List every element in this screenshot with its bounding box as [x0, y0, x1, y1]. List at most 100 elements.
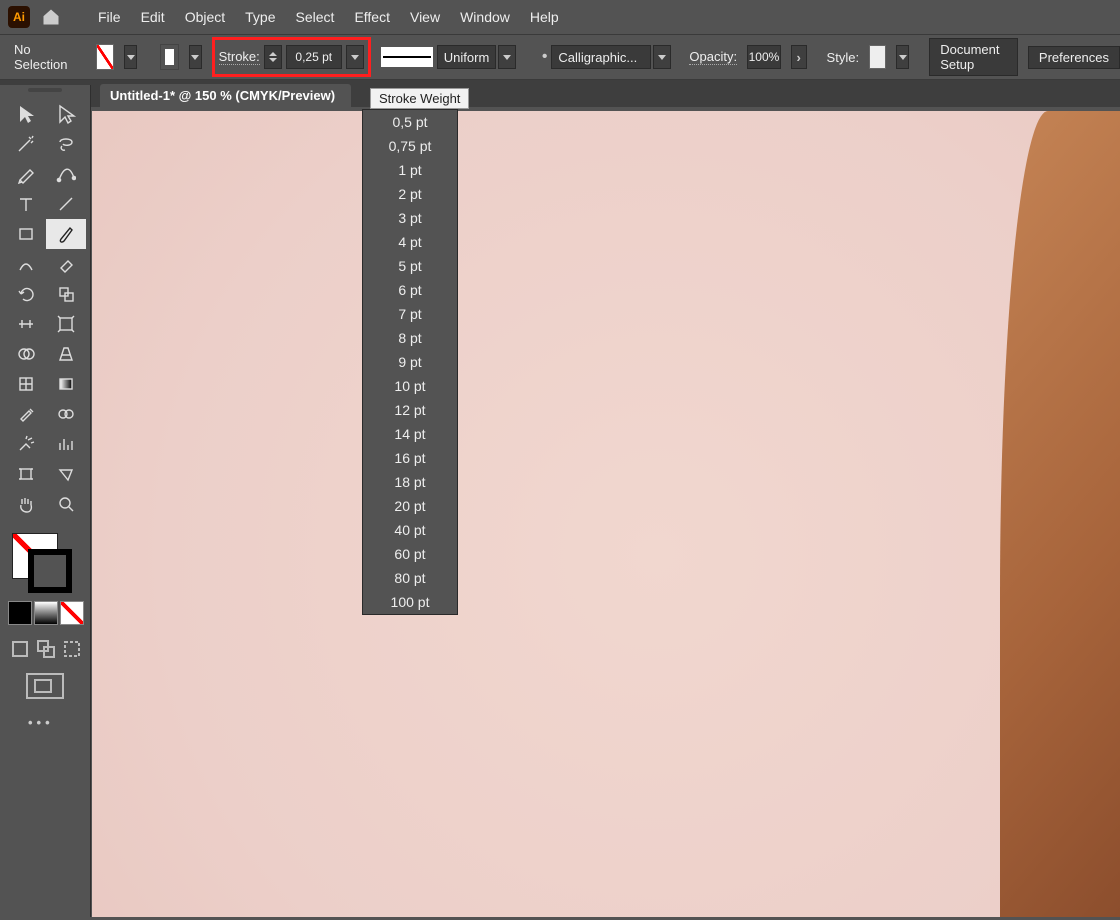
document-tab[interactable]: Untitled-1* @ 150 % (CMYK/Preview) [100, 84, 351, 107]
eyedropper-tool[interactable] [6, 399, 46, 429]
slice-tool[interactable] [46, 459, 86, 489]
fill-swatch[interactable] [96, 44, 115, 70]
preferences-button[interactable]: Preferences [1028, 46, 1120, 69]
symbol-sprayer-tool[interactable] [6, 429, 46, 459]
opacity-label[interactable]: Opacity: [689, 49, 737, 65]
free-transform-tool[interactable] [46, 309, 86, 339]
menu-type[interactable]: Type [235, 5, 285, 29]
screen-mode-icon[interactable] [26, 673, 64, 699]
hand-tool[interactable] [6, 489, 46, 519]
gradient-tool[interactable] [46, 369, 86, 399]
stroke-weight-option[interactable]: 9 pt [363, 350, 457, 374]
selection-state-label: No Selection [14, 42, 67, 72]
stroke-weight-option[interactable]: 18 pt [363, 470, 457, 494]
stroke-weight-option[interactable]: 10 pt [363, 374, 457, 398]
stroke-weight-option[interactable]: 100 pt [363, 590, 457, 614]
fill-swatch-dropdown[interactable] [124, 45, 137, 69]
stroke-profile-select[interactable]: Uniform [437, 45, 497, 69]
brush-dropdown[interactable] [653, 45, 671, 69]
stroke-weight-option[interactable]: 4 pt [363, 230, 457, 254]
color-mode-none[interactable] [60, 601, 84, 625]
stroke-profile-dropdown[interactable] [498, 45, 516, 69]
width-tool[interactable] [6, 309, 46, 339]
menu-edit[interactable]: Edit [131, 5, 175, 29]
stroke-weight-option[interactable]: 6 pt [363, 278, 457, 302]
column-graph-tool[interactable] [46, 429, 86, 459]
stroke-weight-option[interactable]: 3 pt [363, 206, 457, 230]
menu-select[interactable]: Select [286, 5, 345, 29]
stroke-weight-option[interactable]: 14 pt [363, 422, 457, 446]
stroke-weight-option[interactable]: 20 pt [363, 494, 457, 518]
menu-view[interactable]: View [400, 5, 450, 29]
paintbrush-tool[interactable] [46, 219, 86, 249]
pen-tool[interactable] [6, 159, 46, 189]
stroke-weight-menu: 0,5 pt0,75 pt1 pt2 pt3 pt4 pt5 pt6 pt7 p… [362, 109, 458, 615]
stroke-weight-group: Stroke: 0,25 pt [212, 37, 371, 77]
scale-tool[interactable] [46, 279, 86, 309]
stroke-proxy[interactable] [28, 549, 72, 593]
draw-behind-icon[interactable] [36, 639, 56, 659]
rectangle-tool[interactable] [6, 219, 46, 249]
panel-grip-icon[interactable] [0, 85, 90, 95]
zoom-tool[interactable] [46, 489, 86, 519]
canvas[interactable] [92, 111, 1120, 917]
stroke-weight-option[interactable]: 0,75 pt [363, 134, 457, 158]
shaper-tool[interactable] [6, 249, 46, 279]
more-tools-icon[interactable]: ••• [28, 715, 90, 730]
menu-help[interactable]: Help [520, 5, 569, 29]
app-logo-icon: Ai [8, 6, 30, 28]
stroke-weight-input[interactable]: 0,25 pt [286, 45, 342, 69]
draw-normal-icon[interactable] [10, 639, 30, 659]
stroke-swatch[interactable] [160, 44, 179, 70]
draw-inside-icon[interactable] [62, 639, 82, 659]
eraser-tool[interactable] [46, 249, 86, 279]
magic-wand-tool[interactable] [6, 129, 46, 159]
stroke-weight-label[interactable]: Stroke: [219, 49, 260, 65]
style-dropdown[interactable] [896, 45, 909, 69]
color-mode-solid[interactable] [8, 601, 32, 625]
control-bar: No Selection Stroke: 0,25 pt Uniform • C… [0, 35, 1120, 80]
document-setup-button[interactable]: Document Setup [929, 38, 1018, 76]
blend-tool[interactable] [46, 399, 86, 429]
menu-bar: Ai FileEditObjectTypeSelectEffectViewWin… [0, 0, 1120, 35]
menu-object[interactable]: Object [175, 5, 235, 29]
opacity-more[interactable]: › [791, 45, 807, 69]
stroke-weight-option[interactable]: 0,5 pt [363, 110, 457, 134]
stroke-weight-option[interactable]: 60 pt [363, 542, 457, 566]
stroke-weight-option[interactable]: 16 pt [363, 446, 457, 470]
stroke-weight-option[interactable]: 40 pt [363, 518, 457, 542]
rotate-tool[interactable] [6, 279, 46, 309]
selection-tool[interactable] [6, 99, 46, 129]
brush-select[interactable]: Calligraphic... [551, 45, 651, 69]
stroke-swatch-dropdown[interactable] [189, 45, 202, 69]
style-swatch[interactable] [869, 45, 886, 69]
lasso-tool[interactable] [46, 129, 86, 159]
menu-effect[interactable]: Effect [344, 5, 400, 29]
perspective-tool[interactable] [46, 339, 86, 369]
line-segment-tool[interactable] [46, 189, 86, 219]
stroke-weight-option[interactable]: 8 pt [363, 326, 457, 350]
mesh-tool[interactable] [6, 369, 46, 399]
color-mode-gradient[interactable] [34, 601, 58, 625]
stroke-weight-option[interactable]: 5 pt [363, 254, 457, 278]
tools-panel: ••• [0, 85, 91, 917]
type-tool[interactable] [6, 189, 46, 219]
stroke-weight-dropdown[interactable] [346, 45, 364, 69]
direct-selection-tool[interactable] [46, 99, 86, 129]
artboard-tool[interactable] [6, 459, 46, 489]
stroke-weight-option[interactable]: 1 pt [363, 158, 457, 182]
stroke-weight-option[interactable]: 2 pt [363, 182, 457, 206]
shape-builder-tool[interactable] [6, 339, 46, 369]
opacity-input[interactable]: 100% [747, 45, 781, 69]
menu-window[interactable]: Window [450, 5, 520, 29]
curvature-tool[interactable] [46, 159, 86, 189]
stroke-weight-stepper[interactable] [264, 45, 282, 69]
home-icon[interactable] [40, 6, 62, 28]
stroke-profile-preview[interactable] [381, 47, 433, 67]
menu-file[interactable]: File [88, 5, 131, 29]
stroke-weight-option[interactable]: 7 pt [363, 302, 457, 326]
stroke-weight-option[interactable]: 12 pt [363, 398, 457, 422]
fill-stroke-proxy[interactable] [12, 533, 72, 593]
stroke-weight-option[interactable]: 80 pt [363, 566, 457, 590]
brush-library-icon[interactable]: • [542, 48, 548, 66]
